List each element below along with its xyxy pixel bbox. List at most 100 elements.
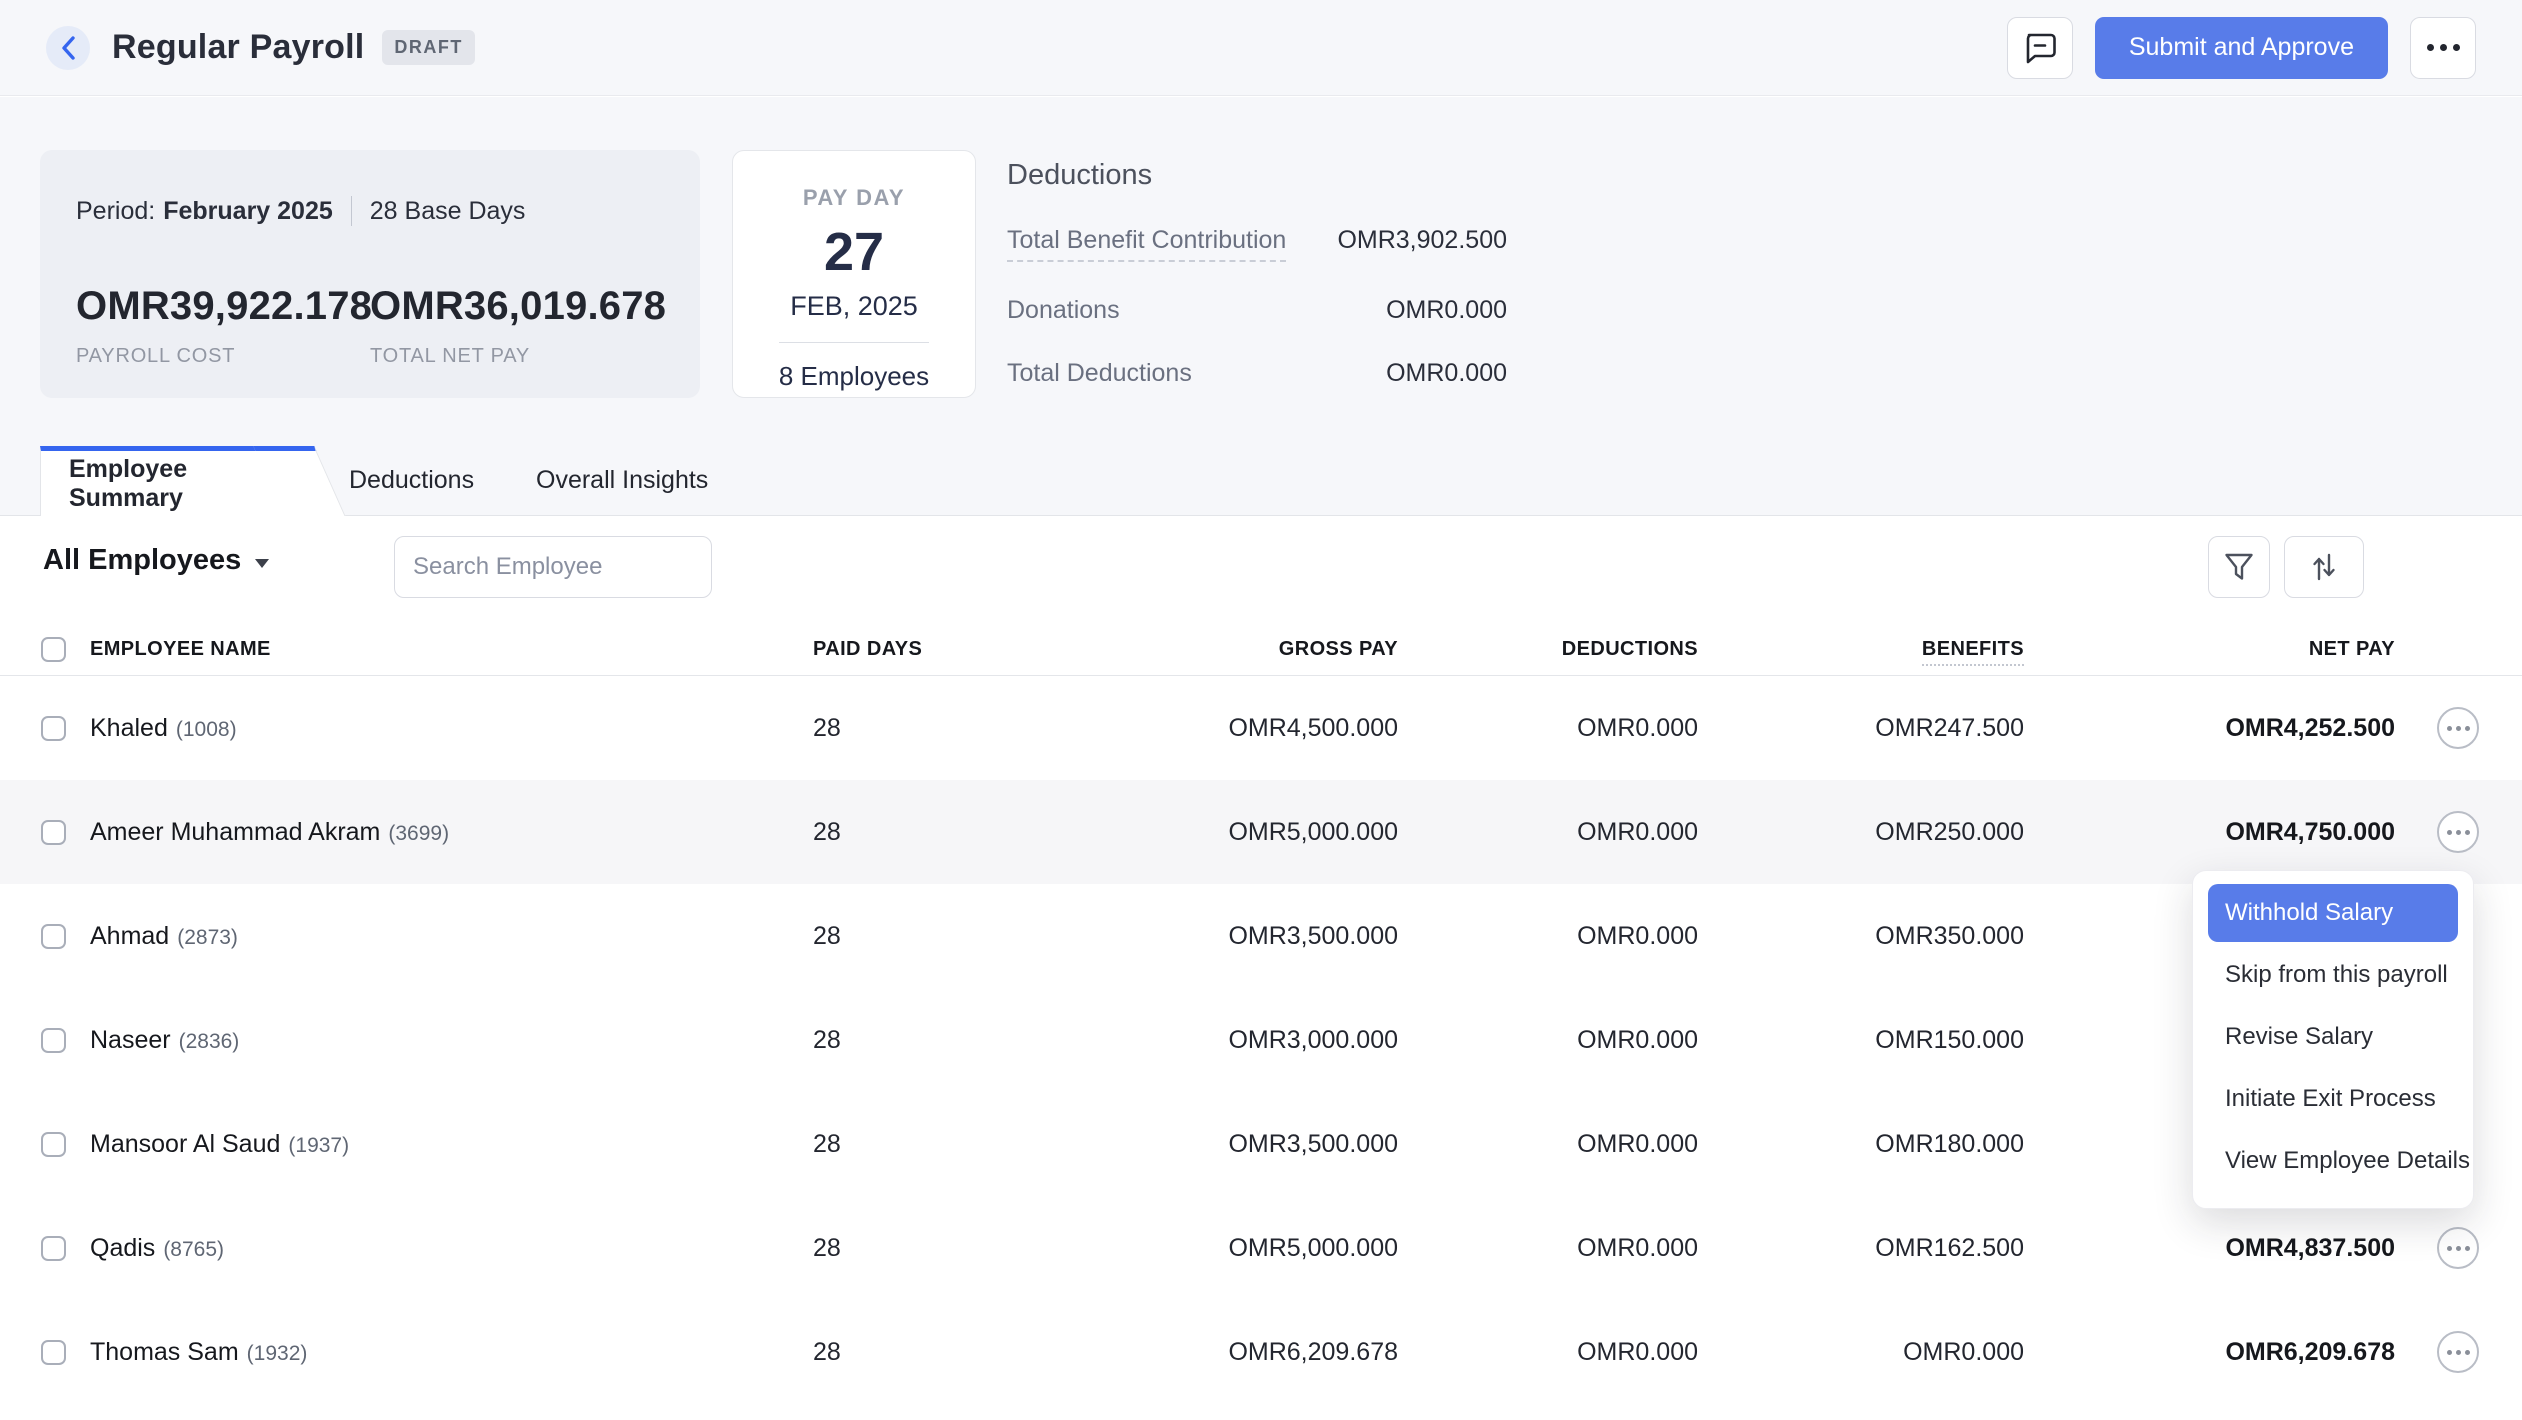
column-deductions[interactable]: DEDUCTIONS	[1398, 638, 1698, 661]
column-gross-pay[interactable]: GROSS PAY	[1010, 638, 1398, 661]
row-actions-button[interactable]	[2437, 811, 2479, 853]
chevron-left-icon	[60, 35, 76, 61]
payroll-summary-card: Period: February 2025 28 Base Days OMR39…	[40, 150, 700, 398]
tab-deductions[interactable]: Deductions	[349, 445, 474, 515]
paid-days-value: 28	[810, 1234, 1010, 1263]
submit-and-approve-button[interactable]: Submit and Approve	[2095, 17, 2388, 79]
pay-day-month-year: FEB, 2025	[790, 291, 918, 322]
total-net-pay-value: OMR36,019.678	[370, 284, 664, 329]
menu-item-withhold-salary[interactable]: Withhold Salary	[2208, 884, 2458, 942]
ellipsis-icon	[2447, 830, 2452, 835]
select-all-checkbox[interactable]	[41, 637, 66, 662]
table-row[interactable]: Thomas Sam(1932) 28 OMR6,209.678 OMR0.00…	[0, 1300, 2522, 1404]
net-pay-value: OMR4,750.000	[2024, 818, 2395, 847]
column-paid-days[interactable]: PAID DAYS	[810, 638, 1010, 661]
row-actions-menu: Withhold Salary Skip from this payroll R…	[2192, 870, 2474, 1209]
search-employee-input[interactable]	[413, 553, 723, 581]
menu-item-view-employee-details[interactable]: View Employee Details	[2193, 1130, 2473, 1192]
menu-item-revise-salary[interactable]: Revise Salary	[2193, 1006, 2473, 1068]
funnel-icon	[2224, 552, 2254, 582]
row-checkbox[interactable]	[41, 716, 66, 741]
comments-button[interactable]	[2007, 17, 2073, 79]
import-export-button[interactable]	[2284, 536, 2364, 598]
deductions-value: OMR0.000	[1398, 818, 1698, 847]
period-value: February 2025	[163, 197, 333, 226]
employee-table: EMPLOYEE NAME PAID DAYS GROSS PAY DEDUCT…	[0, 624, 2522, 1404]
top-bar: Regular Payroll DRAFT Submit and Approve	[0, 0, 2522, 96]
paid-days-value: 28	[810, 818, 1010, 847]
top-bar-actions: Submit and Approve	[2007, 17, 2476, 79]
paid-days-value: 28	[810, 714, 1010, 743]
table-row[interactable]: Ahmad(2873) 28 OMR3,500.000 OMR0.000 OMR…	[0, 884, 2522, 988]
employee-search-select[interactable]	[394, 536, 712, 598]
gross-pay-value: OMR5,000.000	[1010, 818, 1398, 847]
table-row-highlighted[interactable]: Ameer Muhammad Akram(3699) 28 OMR5,000.0…	[0, 780, 2522, 884]
deduction-row: Total Deductions OMR0.000	[1007, 359, 1507, 388]
base-days: 28 Base Days	[370, 197, 526, 226]
table-header-row: EMPLOYEE NAME PAID DAYS GROSS PAY DEDUCT…	[0, 624, 2522, 676]
deductions-value: OMR0.000	[1398, 1026, 1698, 1055]
employee-id: (8765)	[163, 1238, 224, 1261]
payroll-cost-label: PAYROLL COST	[76, 345, 370, 368]
caret-down-icon	[255, 559, 269, 568]
gross-pay-value: OMR3,000.000	[1010, 1026, 1398, 1055]
employee-name: Naseer	[90, 1026, 171, 1054]
row-actions-button[interactable]	[2437, 1331, 2479, 1373]
table-row[interactable]: Qadis(8765) 28 OMR5,000.000 OMR0.000 OMR…	[0, 1196, 2522, 1300]
employee-name: Qadis	[90, 1234, 155, 1262]
pay-day-card: PAY DAY 27 FEB, 2025 8 Employees	[732, 150, 976, 398]
row-checkbox[interactable]	[41, 1340, 66, 1365]
ellipsis-icon	[2447, 1246, 2452, 1251]
total-benefit-contribution-value: OMR3,902.500	[1337, 226, 1507, 262]
status-badge: DRAFT	[382, 30, 475, 65]
column-benefits[interactable]: BENEFITS	[1698, 638, 2024, 661]
donations-label: Donations	[1007, 296, 1120, 325]
tab-employee-summary[interactable]: Employee Summary	[40, 446, 295, 516]
employee-id: (2836)	[179, 1030, 240, 1053]
employee-group-label: All Employees	[43, 544, 241, 577]
total-benefit-contribution-label[interactable]: Total Benefit Contribution	[1007, 226, 1286, 262]
gross-pay-value: OMR3,500.000	[1010, 922, 1398, 951]
table-row[interactable]: Mansoor Al Saud(1937) 28 OMR3,500.000 OM…	[0, 1092, 2522, 1196]
benefits-value: OMR247.500	[1698, 714, 2024, 743]
row-actions-button[interactable]	[2437, 1227, 2479, 1269]
tab-overall-insights[interactable]: Overall Insights	[536, 445, 708, 515]
table-row[interactable]: Khaled(1008) 28 OMR4,500.000 OMR0.000 OM…	[0, 676, 2522, 780]
row-actions-button[interactable]	[2437, 707, 2479, 749]
net-pay-value: OMR4,837.500	[2024, 1234, 2395, 1263]
paid-days-value: 28	[810, 1338, 1010, 1367]
benefits-value: OMR180.000	[1698, 1130, 2024, 1159]
deductions-value: OMR0.000	[1398, 1234, 1698, 1263]
tab-label: Deductions	[349, 466, 474, 495]
menu-item-initiate-exit-process[interactable]: Initiate Exit Process	[2193, 1068, 2473, 1130]
more-actions-button[interactable]	[2410, 17, 2476, 79]
column-benefits-label: BENEFITS	[1922, 638, 2024, 666]
row-checkbox[interactable]	[41, 1028, 66, 1053]
table-row[interactable]: Naseer(2836) 28 OMR3,000.000 OMR0.000 OM…	[0, 988, 2522, 1092]
row-checkbox[interactable]	[41, 924, 66, 949]
row-checkbox[interactable]	[41, 820, 66, 845]
column-employee-name[interactable]: EMPLOYEE NAME	[65, 638, 810, 661]
deduction-row: Total Benefit Contribution OMR3,902.500	[1007, 226, 1507, 262]
total-deductions-value: OMR0.000	[1386, 359, 1507, 388]
back-button[interactable]	[46, 26, 90, 70]
employee-group-dropdown[interactable]: All Employees	[43, 544, 269, 577]
tab-label: Overall Insights	[536, 466, 708, 495]
row-checkbox[interactable]	[41, 1132, 66, 1157]
import-export-icon	[2311, 551, 2337, 583]
employee-name: Ameer Muhammad Akram	[90, 818, 380, 846]
paid-days-value: 28	[810, 922, 1010, 951]
paid-days-value: 28	[810, 1130, 1010, 1159]
page-title: Regular Payroll	[112, 28, 364, 67]
row-checkbox[interactable]	[41, 1236, 66, 1261]
tab-bar: Employee Summary Deductions Overall Insi…	[0, 446, 2522, 516]
menu-item-skip-from-payroll[interactable]: Skip from this payroll	[2193, 944, 2473, 1006]
deductions-value: OMR0.000	[1398, 1130, 1698, 1159]
deductions-value: OMR0.000	[1398, 714, 1698, 743]
ellipsis-icon	[2427, 44, 2460, 51]
column-net-pay[interactable]: NET PAY	[2024, 638, 2395, 661]
employee-id: (1937)	[288, 1134, 349, 1157]
filter-button[interactable]	[2208, 536, 2270, 598]
gross-pay-value: OMR3,500.000	[1010, 1130, 1398, 1159]
payroll-run-page: Regular Payroll DRAFT Submit and Approve…	[0, 0, 2522, 1420]
